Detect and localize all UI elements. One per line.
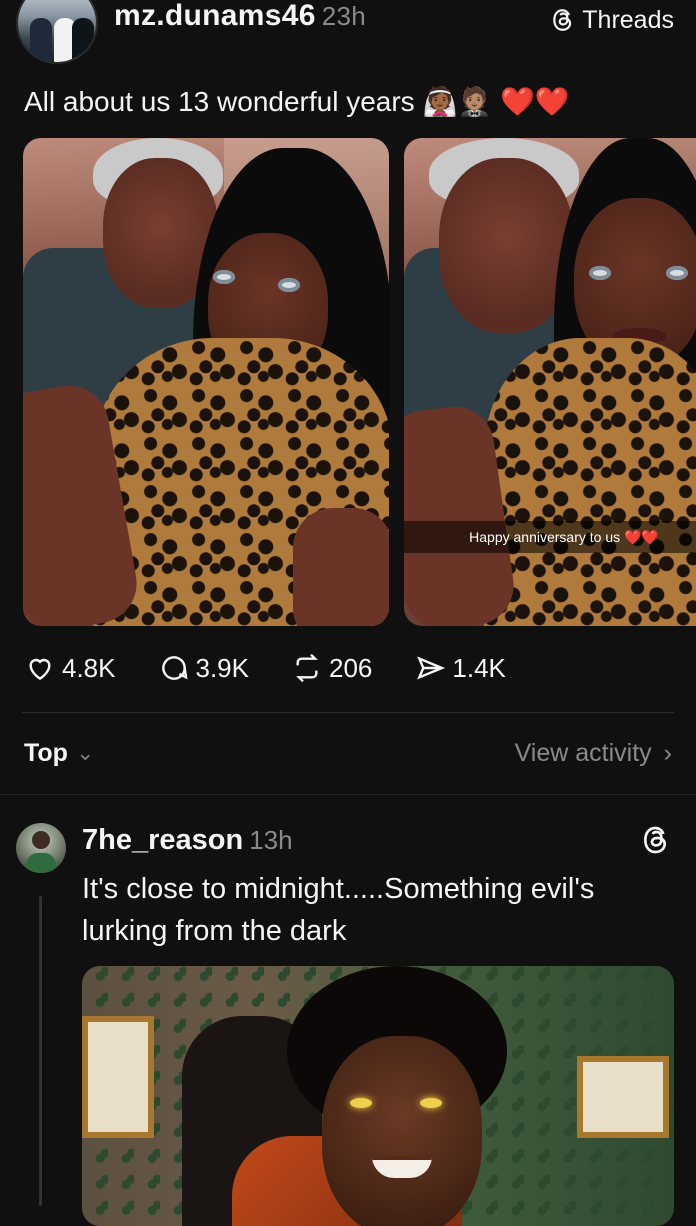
snap-caption-text: Happy anniversary to us ❤️❤️ (469, 529, 659, 545)
post2-time: 13h (249, 825, 293, 855)
post2-threads-button[interactable] (640, 824, 672, 861)
post1-actions: 4.8K 3.9K 206 1.4K (24, 650, 548, 686)
sort-label: Top (24, 739, 68, 767)
view-activity-link[interactable]: View activity › (515, 736, 672, 770)
post2-username[interactable]: 7he_reason (82, 824, 243, 856)
post2-username-row: 7he_reason 13h (82, 822, 293, 858)
comment-icon (161, 656, 188, 680)
post1-avatar[interactable] (16, 0, 98, 64)
post1-caption-text: All about us 13 wonderful years (24, 86, 415, 117)
thread-line (39, 896, 42, 1206)
threads-icon (553, 9, 572, 31)
post2-image[interactable] (82, 966, 674, 1226)
threads-icon (643, 826, 667, 854)
post1-username[interactable]: mz.dunams46 (114, 0, 316, 32)
chevron-right-icon: › (663, 739, 672, 767)
threads-source-link[interactable]: Threads (550, 4, 674, 36)
reply-count: 3.9K (195, 653, 250, 683)
send-icon (417, 656, 446, 680)
snap-caption-bar: Happy anniversary to us ❤️❤️ (404, 521, 696, 553)
post1-caption-emojis: 👰🏾🤵🏽 (422, 85, 493, 118)
repost-button[interactable]: 206 (291, 650, 372, 686)
divider (22, 712, 674, 713)
section-divider (0, 794, 696, 795)
like-count: 4.8K (62, 653, 116, 683)
post1-image-1[interactable] (23, 138, 389, 626)
sort-dropdown[interactable]: Top ⌄ (24, 736, 94, 770)
post1-caption-hearts: ❤️❤️ (499, 85, 570, 118)
post2-avatar[interactable] (16, 823, 66, 873)
chevron-down-icon: ⌄ (75, 740, 95, 765)
share-count: 1.4K (452, 653, 506, 683)
post1-image-2[interactable]: Happy anniversary to us ❤️❤️ (404, 138, 696, 626)
repost-count: 206 (329, 653, 373, 683)
like-button[interactable]: 4.8K (24, 650, 116, 686)
reply-button[interactable]: 3.9K (158, 650, 250, 686)
heart-icon (29, 658, 51, 681)
view-activity-label: View activity (514, 739, 652, 767)
repost-icon (296, 653, 318, 683)
post1-username-row: mz.dunams46 23h (114, 0, 366, 34)
share-button[interactable]: 1.4K (414, 650, 506, 686)
threads-label: Threads (582, 6, 674, 34)
post1-time: 23h (321, 1, 366, 31)
post2-caption: It's close to midnight.....Something evi… (82, 873, 595, 947)
post1-caption: All about us 13 wonderful years 👰🏾🤵🏽 ❤️❤… (24, 84, 570, 120)
